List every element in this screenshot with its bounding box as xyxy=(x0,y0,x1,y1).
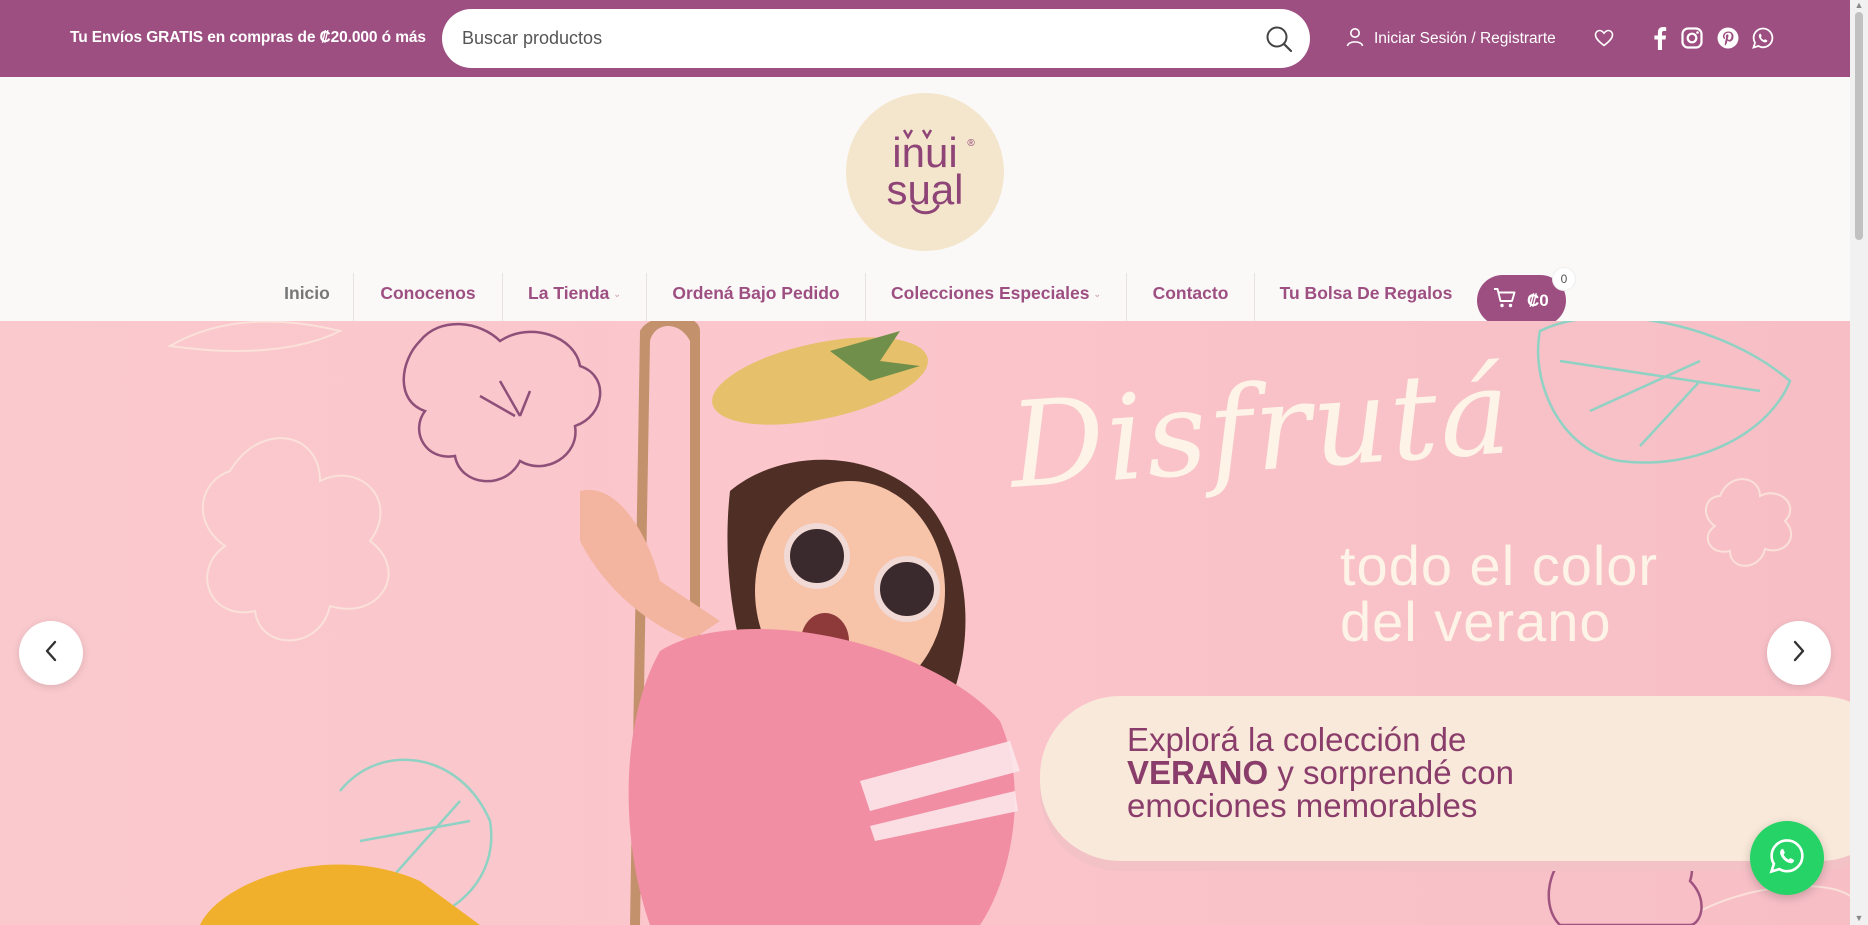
scrollbar-thumb[interactable] xyxy=(1855,12,1863,240)
nav-item-colecciones-especiales[interactable]: Colecciones Especiales ⌄ xyxy=(866,265,1126,321)
free-shipping-promo: Tu Envíos GRATIS en compras de ₡20.000 ó… xyxy=(70,29,426,46)
search-icon[interactable] xyxy=(1264,24,1294,54)
facebook-icon[interactable] xyxy=(1648,26,1672,50)
whatsapp-chat-button[interactable] xyxy=(1750,821,1824,895)
nav-item-bolsa-de-regalos[interactable]: Tu Bolsa De Regalos xyxy=(1255,265,1477,321)
top-bar: Tu Envíos GRATIS en compras de ₡20.000 ó… xyxy=(0,0,1850,77)
pinterest-icon[interactable] xyxy=(1716,26,1740,50)
nav-item-conocenos[interactable]: Conocenos xyxy=(354,265,502,321)
search-input[interactable] xyxy=(462,21,1242,56)
chevron-down-icon: ⌄ xyxy=(613,289,621,299)
scroll-up-arrow-icon[interactable]: ▲ xyxy=(1853,0,1865,10)
nav-item-inicio[interactable]: Inicio xyxy=(262,265,352,321)
login-label: Iniciar Sesión / Registrarte xyxy=(1374,30,1556,47)
nav-item-contacto[interactable]: Contacto xyxy=(1127,265,1254,321)
chevron-left-icon xyxy=(43,639,59,668)
hero-cta-line3: emociones memorables xyxy=(1127,787,1478,824)
whatsapp-icon xyxy=(1769,838,1805,879)
slider-next-button[interactable] xyxy=(1767,621,1831,685)
cart-count-badge: 0 xyxy=(1552,267,1576,291)
main-nav: Inicio Conocenos La Tienda ⌄ Ordená Bajo … xyxy=(0,265,1850,328)
nav-item-la-tienda[interactable]: La Tienda ⌄ xyxy=(503,265,646,321)
slider-prev-button[interactable] xyxy=(19,621,83,685)
heart-icon[interactable] xyxy=(1592,26,1616,50)
whatsapp-icon[interactable] xyxy=(1751,26,1775,50)
nav-item-ordena-bajo-pedido[interactable]: Ordená Bajo Pedido xyxy=(647,265,865,321)
hero-cta-line1: Explorá la colección de xyxy=(1127,721,1467,758)
svg-text:®: ® xyxy=(967,138,975,149)
hero-cta-line2: VERANO y sorprendé con xyxy=(1127,756,1514,789)
hero-cta-bold: VERANO xyxy=(1127,754,1269,791)
chevron-right-icon xyxy=(1791,639,1807,668)
search-bar xyxy=(442,9,1310,68)
hero-cta-rest: y sorprendé con xyxy=(1268,754,1514,791)
hero-cta-text[interactable]: Explorá la colección de VERANO y sorpren… xyxy=(1127,723,1514,822)
hero-slider: Disfrutá todo el color del verano xyxy=(0,321,1850,925)
hero-heading-line2: del verano xyxy=(1340,590,1612,653)
cart-icon xyxy=(1493,287,1527,314)
brand-logo[interactable]: inui sual ® xyxy=(846,93,1004,251)
user-icon xyxy=(1345,27,1374,52)
cart-total: ₡0 xyxy=(1527,290,1549,310)
instagram-icon[interactable] xyxy=(1680,26,1704,50)
login-link[interactable]: Iniciar Sesión / Registrarte xyxy=(1345,25,1556,53)
scroll-down-arrow-icon[interactable]: ▼ xyxy=(1853,913,1865,923)
svg-text:sual: sual xyxy=(886,166,963,213)
chevron-down-icon: ⌄ xyxy=(1093,289,1101,299)
site-header: inui sual ® Inicio Conocenos La Tienda ⌄ … xyxy=(0,77,1850,328)
